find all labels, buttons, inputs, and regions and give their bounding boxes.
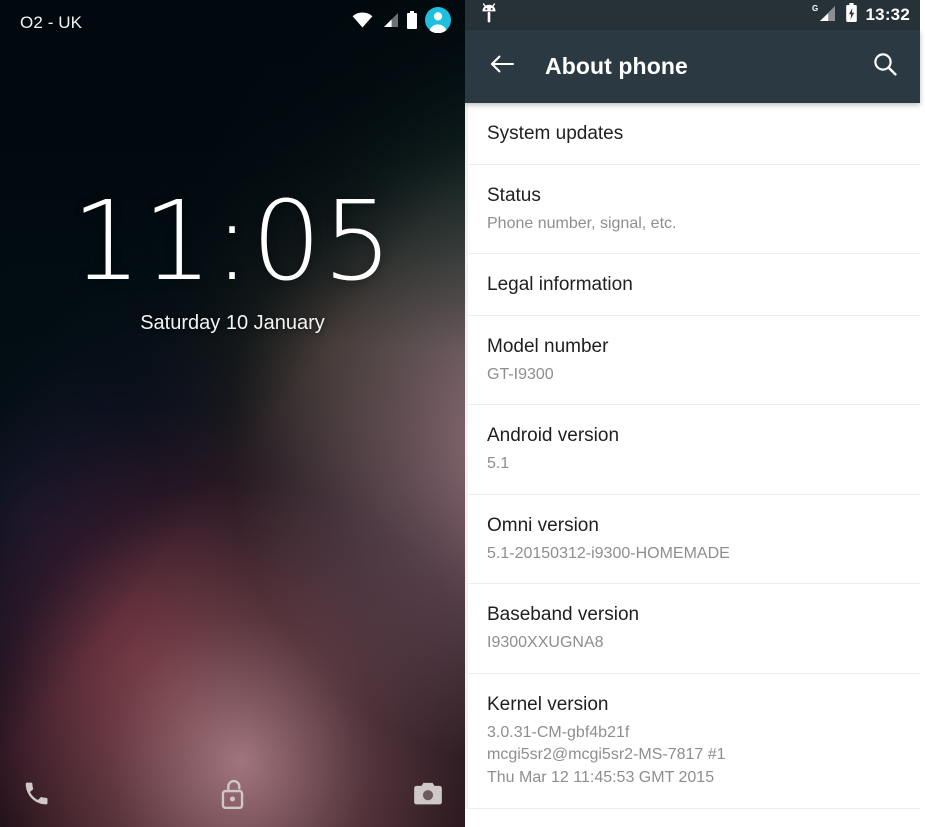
phone-icon[interactable] bbox=[22, 779, 51, 813]
list-item-title: Legal information bbox=[487, 274, 633, 296]
lockscreen-status-bar: O2 - UK bbox=[0, 0, 465, 45]
list-item-title: Status bbox=[487, 184, 541, 206]
user-avatar-icon[interactable] bbox=[425, 7, 451, 38]
system-clock: 13:32 bbox=[865, 5, 910, 24]
lockscreen-clock-block: 11:05 Saturday 10 January bbox=[0, 186, 465, 335]
wallpaper-vignette bbox=[0, 0, 465, 827]
list-item[interactable]: Omni version 5.1-20150312-i9300-HOMEMADE bbox=[468, 494, 920, 585]
carrier-label: O2 - UK bbox=[20, 12, 83, 32]
system-status-bar: G 13:32 bbox=[465, 0, 920, 30]
dual-screenshot: O2 - UK 11:05 Saturday 10 January G 13:3… bbox=[0, 0, 925, 827]
action-bar: About phone bbox=[465, 30, 920, 103]
battery-charging-icon bbox=[845, 2, 858, 28]
list-item-title: Omni version bbox=[487, 514, 599, 536]
kernel-line-2: mcgi5sr2@mcgi5sr2-MS-7817 #1 bbox=[487, 746, 726, 764]
lockscreen-status-icons bbox=[352, 7, 451, 38]
list-item-subtitle: Phone number, signal, etc. bbox=[487, 214, 677, 232]
list-item-subtitle: GT-I9300 bbox=[487, 365, 554, 383]
list-item-subtitle: 5.1 bbox=[487, 455, 510, 473]
cell-signal-icon: G bbox=[811, 3, 837, 28]
system-status-icons: G 13:32 bbox=[811, 2, 910, 28]
lockscreen-panel: O2 - UK 11:05 Saturday 10 January bbox=[0, 0, 465, 827]
android-droid-icon bbox=[479, 2, 499, 29]
settings-panel: G 13:32 About phone System updates Statu… bbox=[465, 0, 925, 827]
lockscreen-shortcut-bar bbox=[0, 765, 465, 827]
list-item[interactable]: Status Phone number, signal, etc. bbox=[468, 164, 920, 255]
list-item-title: Android version bbox=[487, 425, 620, 447]
camera-shortcut[interactable] bbox=[303, 781, 465, 812]
list-item[interactable]: Android version 5.1 bbox=[468, 405, 920, 495]
phone-shortcut[interactable] bbox=[0, 779, 162, 813]
list-item[interactable]: Model number GT-I9300 bbox=[468, 315, 920, 406]
lockscreen-date: Saturday 10 January bbox=[140, 312, 325, 334]
list-item[interactable]: Baseband version I9300XXUGNA8 bbox=[468, 584, 920, 674]
battery-icon bbox=[406, 11, 418, 34]
unlock-padlock-icon[interactable] bbox=[219, 778, 246, 814]
kernel-line-1: 3.0.31-CM-gbf4b21f bbox=[487, 723, 630, 741]
cell-signal-icon bbox=[380, 12, 399, 33]
arrow-left-icon[interactable] bbox=[489, 53, 515, 80]
list-item-subtitle: 3.0.31-CM-gbf4b21f mcgi5sr2@mcgi5sr2-MS-… bbox=[487, 722, 898, 790]
camera-icon[interactable] bbox=[413, 781, 443, 812]
list-item-title: System updates bbox=[487, 123, 624, 144]
list-item[interactable]: Legal information bbox=[468, 254, 920, 316]
lockscreen-clock: 11:05 bbox=[71, 177, 394, 305]
list-item-subtitle: 5.1-20150312-i9300-HOMEMADE bbox=[487, 544, 730, 562]
svg-text:G: G bbox=[812, 4, 818, 13]
wifi-icon bbox=[352, 12, 373, 33]
list-item-title: Kernel version bbox=[487, 693, 609, 715]
kernel-line-3: Thu Mar 12 11:45:53 GMT 2015 bbox=[487, 769, 715, 787]
unlock-shortcut[interactable] bbox=[162, 778, 302, 814]
list-item-subtitle: I9300XXUGNA8 bbox=[487, 634, 604, 652]
list-item[interactable]: Kernel version 3.0.31-CM-gbf4b21f mcgi5s… bbox=[468, 673, 920, 809]
list-item[interactable]: System updates bbox=[468, 103, 920, 165]
list-item-title: Model number bbox=[487, 335, 609, 357]
about-phone-list: System updates Status Phone number, sign… bbox=[465, 103, 920, 809]
page-title: About phone bbox=[545, 53, 688, 79]
search-icon[interactable] bbox=[872, 51, 898, 82]
list-item-title: Baseband version bbox=[487, 604, 640, 626]
